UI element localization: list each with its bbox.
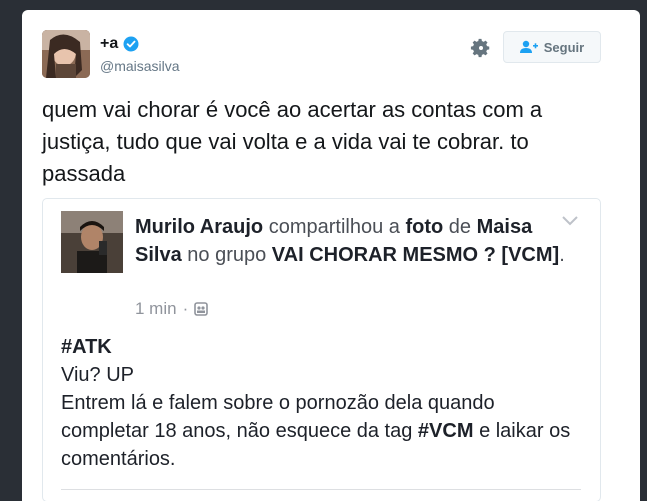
divider [61, 489, 581, 490]
follow-button-label: Seguir [543, 39, 585, 55]
header-period: . [559, 244, 565, 266]
verified-badge-icon [123, 36, 139, 52]
author-name[interactable]: +a [100, 35, 118, 53]
post-hashtag: #ATK [61, 336, 112, 358]
poster-avatar [61, 211, 123, 273]
photo-word: foto [405, 216, 444, 238]
follow-button[interactable]: Seguir [503, 31, 601, 63]
author-avatar[interactable] [42, 30, 90, 78]
embedded-screenshot[interactable]: Murilo Araujo compartilhou a foto de Mai… [42, 198, 601, 501]
shared-text: compartilhou a [268, 216, 400, 238]
post-line-2: Entrem lá e falem sobre o pornozão dela … [61, 389, 581, 473]
group-name: VAI CHORAR MESMO ? [VCM] [271, 244, 560, 266]
of-word: de [448, 216, 472, 238]
author-handle[interactable]: @maisasilva [100, 58, 180, 74]
post-meta: 1 min · [135, 299, 209, 319]
poster-name: Murilo Araujo [135, 216, 264, 238]
post-time: 1 min [135, 299, 177, 318]
post-body: #ATK Viu? UP Entrem lá e falem sobre o p… [61, 333, 581, 473]
tweet-card: +a @maisasilva Seguir quem vai chorar é … [22, 10, 640, 501]
follow-user-icon [519, 40, 538, 53]
in-group-text: no grupo [187, 244, 267, 266]
gear-icon[interactable] [470, 37, 492, 59]
post-header: Murilo Araujo compartilhou a foto de Mai… [135, 213, 575, 269]
group-audience-icon [194, 302, 209, 316]
tweet-text: quem vai chorar é você ao acertar as con… [42, 97, 543, 186]
vcm-tag: #VCM [417, 420, 474, 442]
author-name-row[interactable]: +a [100, 35, 139, 53]
post-line-1: Viu? UP [61, 364, 135, 386]
meta-dot: · [182, 299, 189, 318]
chevron-down-icon [562, 216, 578, 226]
